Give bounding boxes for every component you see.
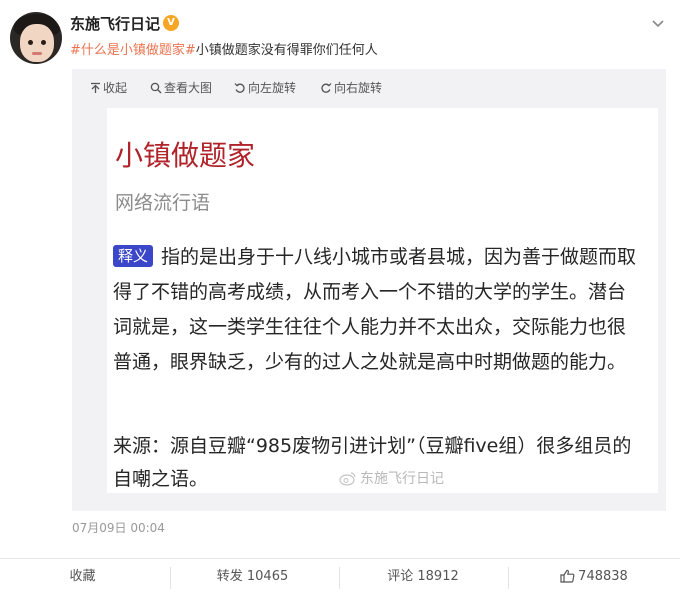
favorite-label: 收藏	[69, 569, 96, 584]
image-watermark: 东施飞行日记	[339, 468, 444, 488]
author-name[interactable]: 东施飞行日记	[70, 14, 160, 34]
post-body: 小镇做题家没有得罪你们任何人	[195, 43, 378, 58]
weibo-post: 东施飞行日记 V #什么是小镇做题家#小镇做题家没有得罪你们任何人 收起 查看大…	[0, 0, 680, 599]
rotate-right-button[interactable]: 向右旋转	[320, 80, 382, 96]
rotate-left-label: 向左旋转	[248, 81, 297, 95]
definition-tag: 释义	[113, 245, 154, 267]
favorite-button[interactable]: 收藏	[0, 559, 165, 600]
collapse-icon	[91, 82, 100, 93]
watermark-text: 东施飞行日记	[360, 471, 444, 487]
magnifier-icon	[150, 82, 162, 94]
rotate-left-icon	[234, 83, 245, 93]
verified-badge-icon: V	[163, 15, 179, 31]
collapse-button[interactable]: 收起	[90, 80, 127, 96]
chevron-down-icon[interactable]	[650, 16, 666, 32]
image-definition: 释义 指的是出身于十八线小城市或者县城，因为善于做题而取得了不错的高考成绩，从而考…	[113, 240, 643, 380]
image-subtitle: 网络流行语	[115, 192, 211, 214]
hashtag-link[interactable]: #什么是小镇做题家#	[70, 43, 196, 58]
view-large-label: 查看大图	[164, 81, 213, 95]
collapse-label: 收起	[103, 81, 128, 95]
thumbs-up-icon	[560, 569, 575, 583]
repost-button[interactable]: 转发 10465	[170, 559, 335, 600]
like-button[interactable]: 748838	[508, 559, 680, 600]
weibo-logo-icon	[339, 472, 356, 486]
rotate-right-label: 向右旋转	[334, 81, 383, 95]
like-count: 748838	[578, 569, 628, 584]
repost-label: 转发 10465	[216, 569, 289, 584]
action-bar: 收藏 转发 10465 评论 18912 748838	[0, 558, 680, 600]
media-toolbar: 收起 查看大图 向左旋转 向右旋转	[72, 69, 666, 107]
media-viewer: 收起 查看大图 向左旋转 向右旋转 小镇做题家 网络流行语 释义 指的是出身于十…	[72, 69, 666, 511]
definition-text: 指的是出身于十八线小城市或者县城，因为善于做题而取得了不错的高考成绩，从而考入一…	[113, 246, 637, 373]
post-image[interactable]: 小镇做题家 网络流行语 释义 指的是出身于十八线小城市或者县城，因为善于做题而取得…	[107, 108, 658, 493]
rotate-left-button[interactable]: 向左旋转	[234, 80, 296, 96]
post-timestamp[interactable]: 07月09日 00:04	[72, 520, 165, 536]
comment-label: 评论 18912	[387, 569, 459, 584]
image-title: 小镇做题家	[115, 139, 256, 172]
comment-button[interactable]: 评论 18912	[339, 559, 507, 600]
avatar[interactable]	[10, 12, 62, 64]
view-large-button[interactable]: 查看大图	[150, 80, 212, 96]
rotate-right-icon	[321, 83, 332, 93]
post-text: #什么是小镇做题家#小镇做题家没有得罪你们任何人	[70, 42, 378, 60]
